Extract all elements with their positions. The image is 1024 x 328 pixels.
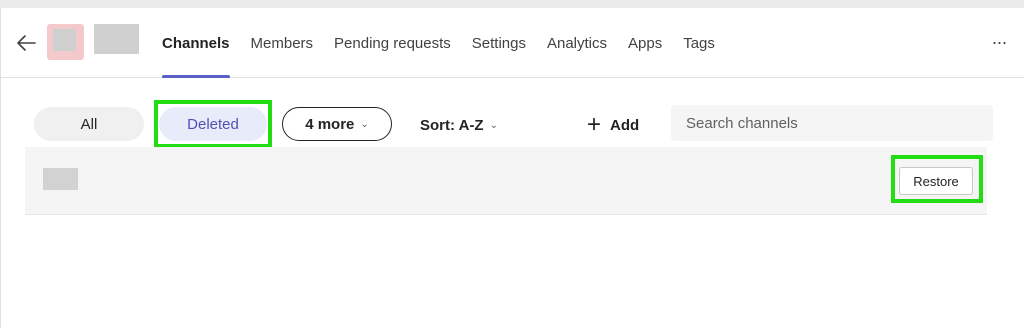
sort-label: Sort: A-Z	[420, 116, 484, 134]
sort-dropdown[interactable]: Sort: A-Z ⌄	[420, 114, 498, 136]
arrow-left-icon	[17, 35, 36, 51]
add-label: Add	[610, 116, 640, 134]
deleted-channel-row: Restore	[25, 147, 987, 215]
search-channels-input[interactable]	[671, 105, 993, 141]
plus-icon: +	[587, 111, 602, 138]
team-name-redacted	[94, 24, 139, 54]
more-options-button[interactable]: ···	[987, 32, 1011, 52]
more-filters-dropdown[interactable]: 4 more ⌄	[282, 107, 392, 141]
team-header: Channels Members Pending requests Settin…	[1, 8, 1024, 78]
tab-list: Channels Members Pending requests Settin…	[162, 8, 736, 78]
more-filters-label: 4 more	[305, 115, 355, 133]
tab-apps[interactable]: Apps	[628, 8, 662, 78]
filter-deleted-button[interactable]: Deleted	[159, 107, 267, 141]
teams-manage-team-window: Channels Members Pending requests Settin…	[0, 8, 1024, 328]
tab-analytics[interactable]: Analytics	[547, 8, 607, 78]
tab-pending-requests[interactable]: Pending requests	[334, 8, 451, 78]
tab-members[interactable]: Members	[251, 8, 314, 78]
tab-settings[interactable]: Settings	[472, 8, 526, 78]
filter-all-button[interactable]: All	[34, 107, 144, 141]
back-button[interactable]	[13, 30, 39, 56]
tab-tags[interactable]: Tags	[683, 8, 715, 78]
team-avatar	[47, 24, 84, 60]
chevron-down-icon: ⌄	[360, 118, 369, 130]
channel-name-redacted	[43, 168, 78, 190]
add-channel-button[interactable]: + Add	[587, 112, 639, 138]
tab-channels[interactable]: Channels	[162, 8, 230, 78]
chevron-down-icon: ⌄	[489, 119, 498, 131]
restore-button[interactable]: Restore	[899, 167, 973, 195]
